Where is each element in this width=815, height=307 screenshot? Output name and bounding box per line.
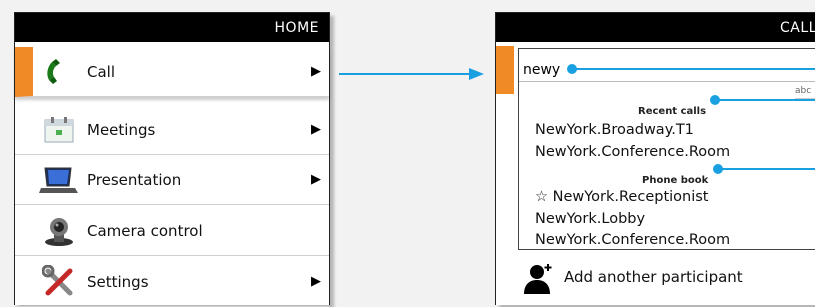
menu-label-settings: Settings <box>87 272 149 291</box>
callout-line-phonebook <box>722 168 815 170</box>
add-participant-label: Add another participant <box>564 268 743 286</box>
list-item[interactable]: NewYork.Broadway.T1 <box>535 122 694 138</box>
laptop-icon <box>39 160 79 200</box>
callout-line-search <box>576 68 815 70</box>
menu-label-call: Call <box>87 62 116 81</box>
list-item[interactable]: ☆ NewYork.Receptionist <box>535 189 709 205</box>
chevron-right-icon: ▶ <box>311 274 321 289</box>
menu-label-meetings: Meetings <box>87 120 156 139</box>
search-box: newy abc Recent calls NewYork.Broadway.T… <box>518 48 815 250</box>
keyboard-mode-hint: abc <box>795 86 812 96</box>
menu-item-camera-control[interactable]: Camera control <box>15 206 329 256</box>
connector-arrow-line <box>339 73 469 75</box>
home-header: HOME <box>15 13 329 42</box>
menu-item-presentation[interactable]: Presentation ▶ <box>15 155 329 205</box>
tools-icon <box>39 262 79 302</box>
callout-line-recent <box>719 99 815 101</box>
call-panel: CALL newy abc Recent calls NewYork.Broad… <box>495 12 815 305</box>
menu-label-presentation: Presentation <box>87 170 182 189</box>
menu-item-settings[interactable]: Settings ▶ <box>15 257 329 307</box>
search-underline <box>519 81 815 82</box>
list-item[interactable]: NewYork.Conference.Room <box>535 232 730 248</box>
list-item[interactable]: NewYork.Conference.Room <box>535 144 730 160</box>
list-item[interactable]: NewYork.Lobby <box>535 211 645 227</box>
phone-icon <box>39 52 79 92</box>
star-icon: ☆ <box>535 189 548 205</box>
call-title: CALL <box>780 19 815 36</box>
menu-item-call[interactable]: Call ▶ <box>15 47 329 97</box>
add-person-icon <box>522 262 556 300</box>
calendar-icon <box>39 110 79 150</box>
home-title: HOME <box>274 19 319 36</box>
home-panel: HOME Call ▶ Meetings ▶ Presentation ▶ Ca… <box>14 12 330 307</box>
chevron-right-icon: ▶ <box>311 122 321 137</box>
recent-calls-heading: Recent calls <box>636 106 709 117</box>
menu-label-camera-control: Camera control <box>87 221 203 240</box>
active-indicator <box>496 46 514 94</box>
list-item-label: NewYork.Receptionist <box>552 189 709 205</box>
chevron-right-icon: ▶ <box>311 64 321 79</box>
camera-icon <box>39 211 79 251</box>
call-header: CALL <box>496 13 815 42</box>
connector-arrow-head <box>469 68 484 80</box>
phone-book-heading: Phone book <box>640 175 711 186</box>
search-input[interactable]: newy <box>523 62 560 78</box>
menu-item-meetings[interactable]: Meetings ▶ <box>15 105 329 155</box>
chevron-right-icon: ▶ <box>311 172 321 187</box>
